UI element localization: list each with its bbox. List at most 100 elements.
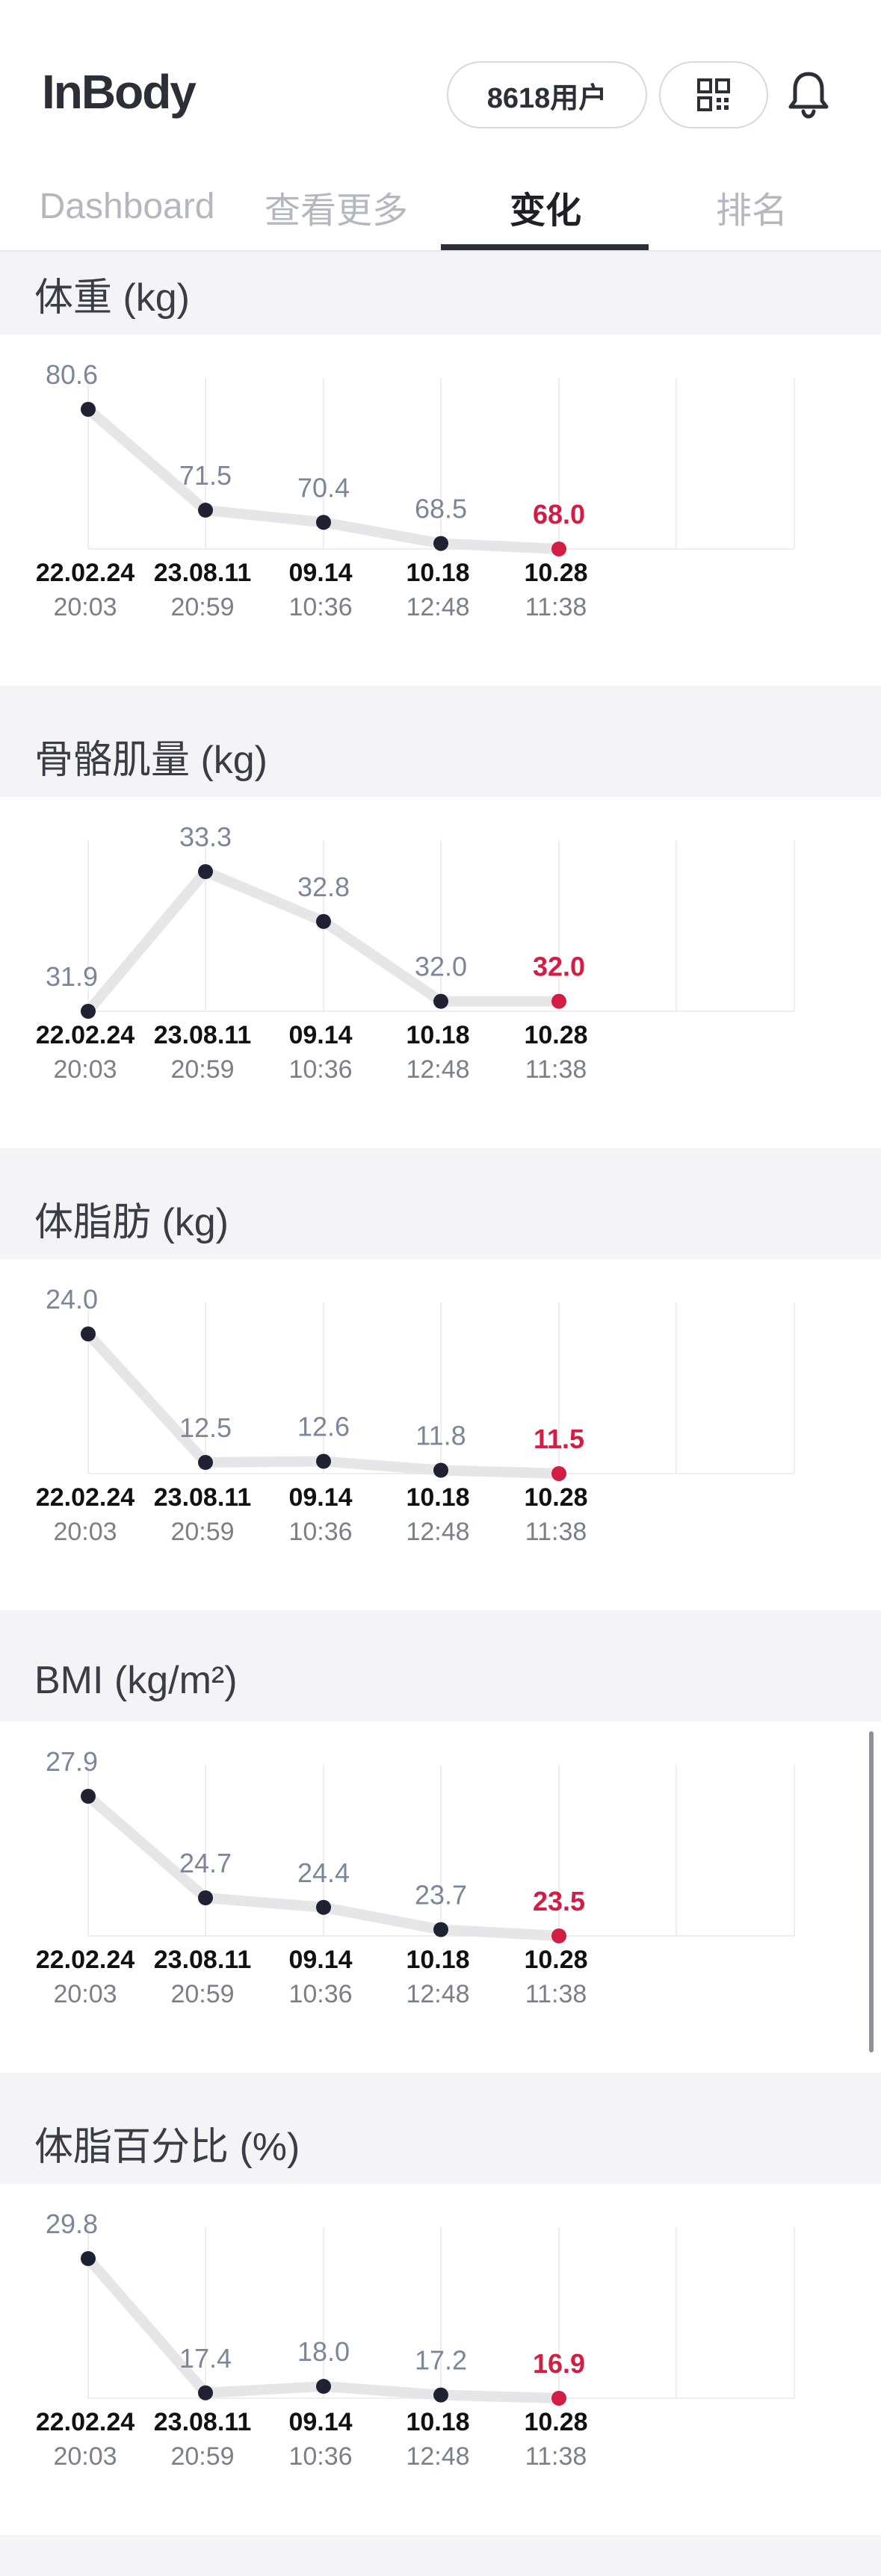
scrollbar[interactable] <box>869 1731 874 2052</box>
tab-bar: Dashboard 查看更多 变化 排名 <box>0 163 881 250</box>
latest-data-point[interactable] <box>551 1928 566 1943</box>
chart-title: BMI (kg/m²) <box>34 1659 238 1702</box>
x-tick-date: 23.08.11 <box>154 1021 251 1049</box>
x-tick-time: 20:59 <box>170 1055 234 1084</box>
data-point[interactable] <box>316 515 331 530</box>
x-tick-time: 20:59 <box>170 1980 234 2008</box>
x-tick-time: 12:48 <box>406 593 469 621</box>
x-tick-date: 09.14 <box>288 1021 352 1049</box>
x-tick-date: 22.02.24 <box>36 1483 135 1512</box>
x-tick-date: 10.18 <box>406 1483 469 1512</box>
chart-section: 体重 (kg) 80.6 22.02.24 20:03 71.5 23.08.11 20:5… <box>0 252 881 716</box>
x-tick-time: 10:36 <box>288 1980 352 2008</box>
data-label: 16.9 <box>533 2348 585 2379</box>
chart-card[interactable]: 80.6 22.02.24 20:03 71.5 23.08.11 20:59 70.4 09… <box>0 335 881 686</box>
x-tick-time: 12:48 <box>406 2442 469 2471</box>
data-label: 11.8 <box>415 1421 466 1451</box>
data-point[interactable] <box>198 1455 213 1471</box>
x-tick-date: 09.14 <box>288 559 352 587</box>
x-tick-time: 20:03 <box>53 1518 117 1546</box>
data-point[interactable] <box>81 1004 96 1019</box>
data-label: 71.5 <box>179 460 232 491</box>
latest-data-point[interactable] <box>551 993 566 1009</box>
app-header: InBody 8618用户 Dashboard 查看更多 变化 排名 <box>0 0 881 252</box>
x-tick-date: 22.02.24 <box>36 559 135 587</box>
x-tick-time: 11:38 <box>525 1518 587 1546</box>
x-tick-date: 22.02.24 <box>36 2408 135 2436</box>
x-tick-date: 10.18 <box>406 1946 469 1974</box>
latest-data-point[interactable] <box>551 2391 566 2406</box>
chart-section: BMI (kg/m²) 27.9 22.02.24 20:03 24.7 23.08.11… <box>0 1639 881 2102</box>
tab-view-more[interactable]: 查看更多 <box>232 163 441 250</box>
data-point[interactable] <box>316 1899 331 1915</box>
data-label: 24.4 <box>297 1857 350 1888</box>
data-label: 24.7 <box>179 1848 232 1878</box>
tab-ranking[interactable]: 排名 <box>647 163 856 250</box>
data-label: 70.4 <box>297 472 350 503</box>
chart-section: 体脂肪 (kg) 24.0 22.02.24 20:03 12.5 23.08.11 20:… <box>0 1177 881 1640</box>
latest-data-point[interactable] <box>551 541 566 556</box>
x-tick-date: 10.28 <box>524 1946 587 1974</box>
data-point[interactable] <box>198 1890 213 1905</box>
data-point[interactable] <box>433 2387 448 2403</box>
line-chart: 24.0 22.02.24 20:03 12.5 23.08.11 20:59 12.6 09… <box>36 1284 795 1546</box>
data-label: 23.7 <box>415 1880 467 1911</box>
qr-code-button[interactable] <box>659 61 768 128</box>
x-tick-date: 10.18 <box>406 559 469 587</box>
line-chart: 31.9 22.02.24 20:03 33.3 23.08.11 20:59 32.8 09… <box>36 822 795 1084</box>
data-point[interactable] <box>198 864 213 879</box>
data-label: 80.6 <box>46 359 98 390</box>
data-label: 32.0 <box>415 952 467 982</box>
x-tick-date: 10.28 <box>524 2408 587 2436</box>
data-label: 11.5 <box>534 1424 584 1454</box>
x-tick-time: 11:38 <box>525 1055 587 1084</box>
data-point[interactable] <box>316 913 331 929</box>
x-tick-time: 10:36 <box>288 1055 352 1084</box>
data-point[interactable] <box>81 402 96 417</box>
data-point[interactable] <box>316 1453 331 1469</box>
x-tick-time: 20:59 <box>170 2442 234 2471</box>
bell-icon <box>788 72 829 119</box>
x-tick-date: 23.08.11 <box>154 559 251 587</box>
data-label: 17.2 <box>415 2345 467 2376</box>
data-point[interactable] <box>81 1789 96 1804</box>
data-point[interactable] <box>198 503 213 518</box>
chart-title: 体重 (kg) <box>34 276 191 320</box>
data-label: 29.8 <box>46 2209 98 2239</box>
data-label: 31.9 <box>46 961 98 992</box>
tab-dashboard[interactable]: Dashboard <box>22 163 232 250</box>
qr-code-icon <box>697 78 730 111</box>
data-label: 24.0 <box>46 1284 98 1315</box>
data-point[interactable] <box>81 1326 96 1341</box>
x-tick-date: 22.02.24 <box>36 1946 135 1974</box>
data-point[interactable] <box>433 536 448 551</box>
chart-card[interactable]: 31.9 22.02.24 20:03 33.3 23.08.11 20:59 32.8 09… <box>0 797 881 1148</box>
x-tick-date: 23.08.11 <box>154 2408 251 2436</box>
data-label: 32.0 <box>533 952 585 982</box>
notification-button[interactable] <box>782 67 835 121</box>
data-point[interactable] <box>198 2385 213 2400</box>
data-point[interactable] <box>433 1922 448 1937</box>
x-tick-time: 20:03 <box>53 1980 117 2008</box>
x-tick-time: 20:03 <box>53 593 117 621</box>
data-point[interactable] <box>433 993 448 1009</box>
x-tick-date: 09.14 <box>288 1483 352 1512</box>
data-point[interactable] <box>433 1462 448 1478</box>
x-tick-time: 10:36 <box>288 1518 352 1546</box>
data-label: 68.0 <box>533 499 585 530</box>
data-label: 23.5 <box>533 1886 585 1917</box>
data-label: 27.9 <box>46 1746 98 1777</box>
chart-card[interactable]: 24.0 22.02.24 20:03 12.5 23.08.11 20:59 12.6 09… <box>0 1259 881 1610</box>
latest-data-point[interactable] <box>551 1466 566 1481</box>
chart-card[interactable]: 27.9 22.02.24 20:03 24.7 23.08.11 20:59 24.4 09… <box>0 1722 881 2073</box>
chart-card[interactable]: 29.8 22.02.24 20:03 17.4 23.08.11 20:59 18.0 09… <box>0 2184 881 2535</box>
tab-changes[interactable]: 变化 <box>441 163 650 250</box>
chart-title: 体脂百分比 (%) <box>34 2125 300 2169</box>
x-tick-time: 12:48 <box>406 1518 469 1546</box>
data-point[interactable] <box>81 2251 96 2266</box>
users-count-button[interactable]: 8618用户 <box>447 61 647 128</box>
data-point[interactable] <box>316 2379 331 2395</box>
data-label: 18.0 <box>297 2336 350 2367</box>
data-label: 12.6 <box>297 1412 350 1442</box>
x-tick-date: 10.28 <box>524 1021 587 1049</box>
